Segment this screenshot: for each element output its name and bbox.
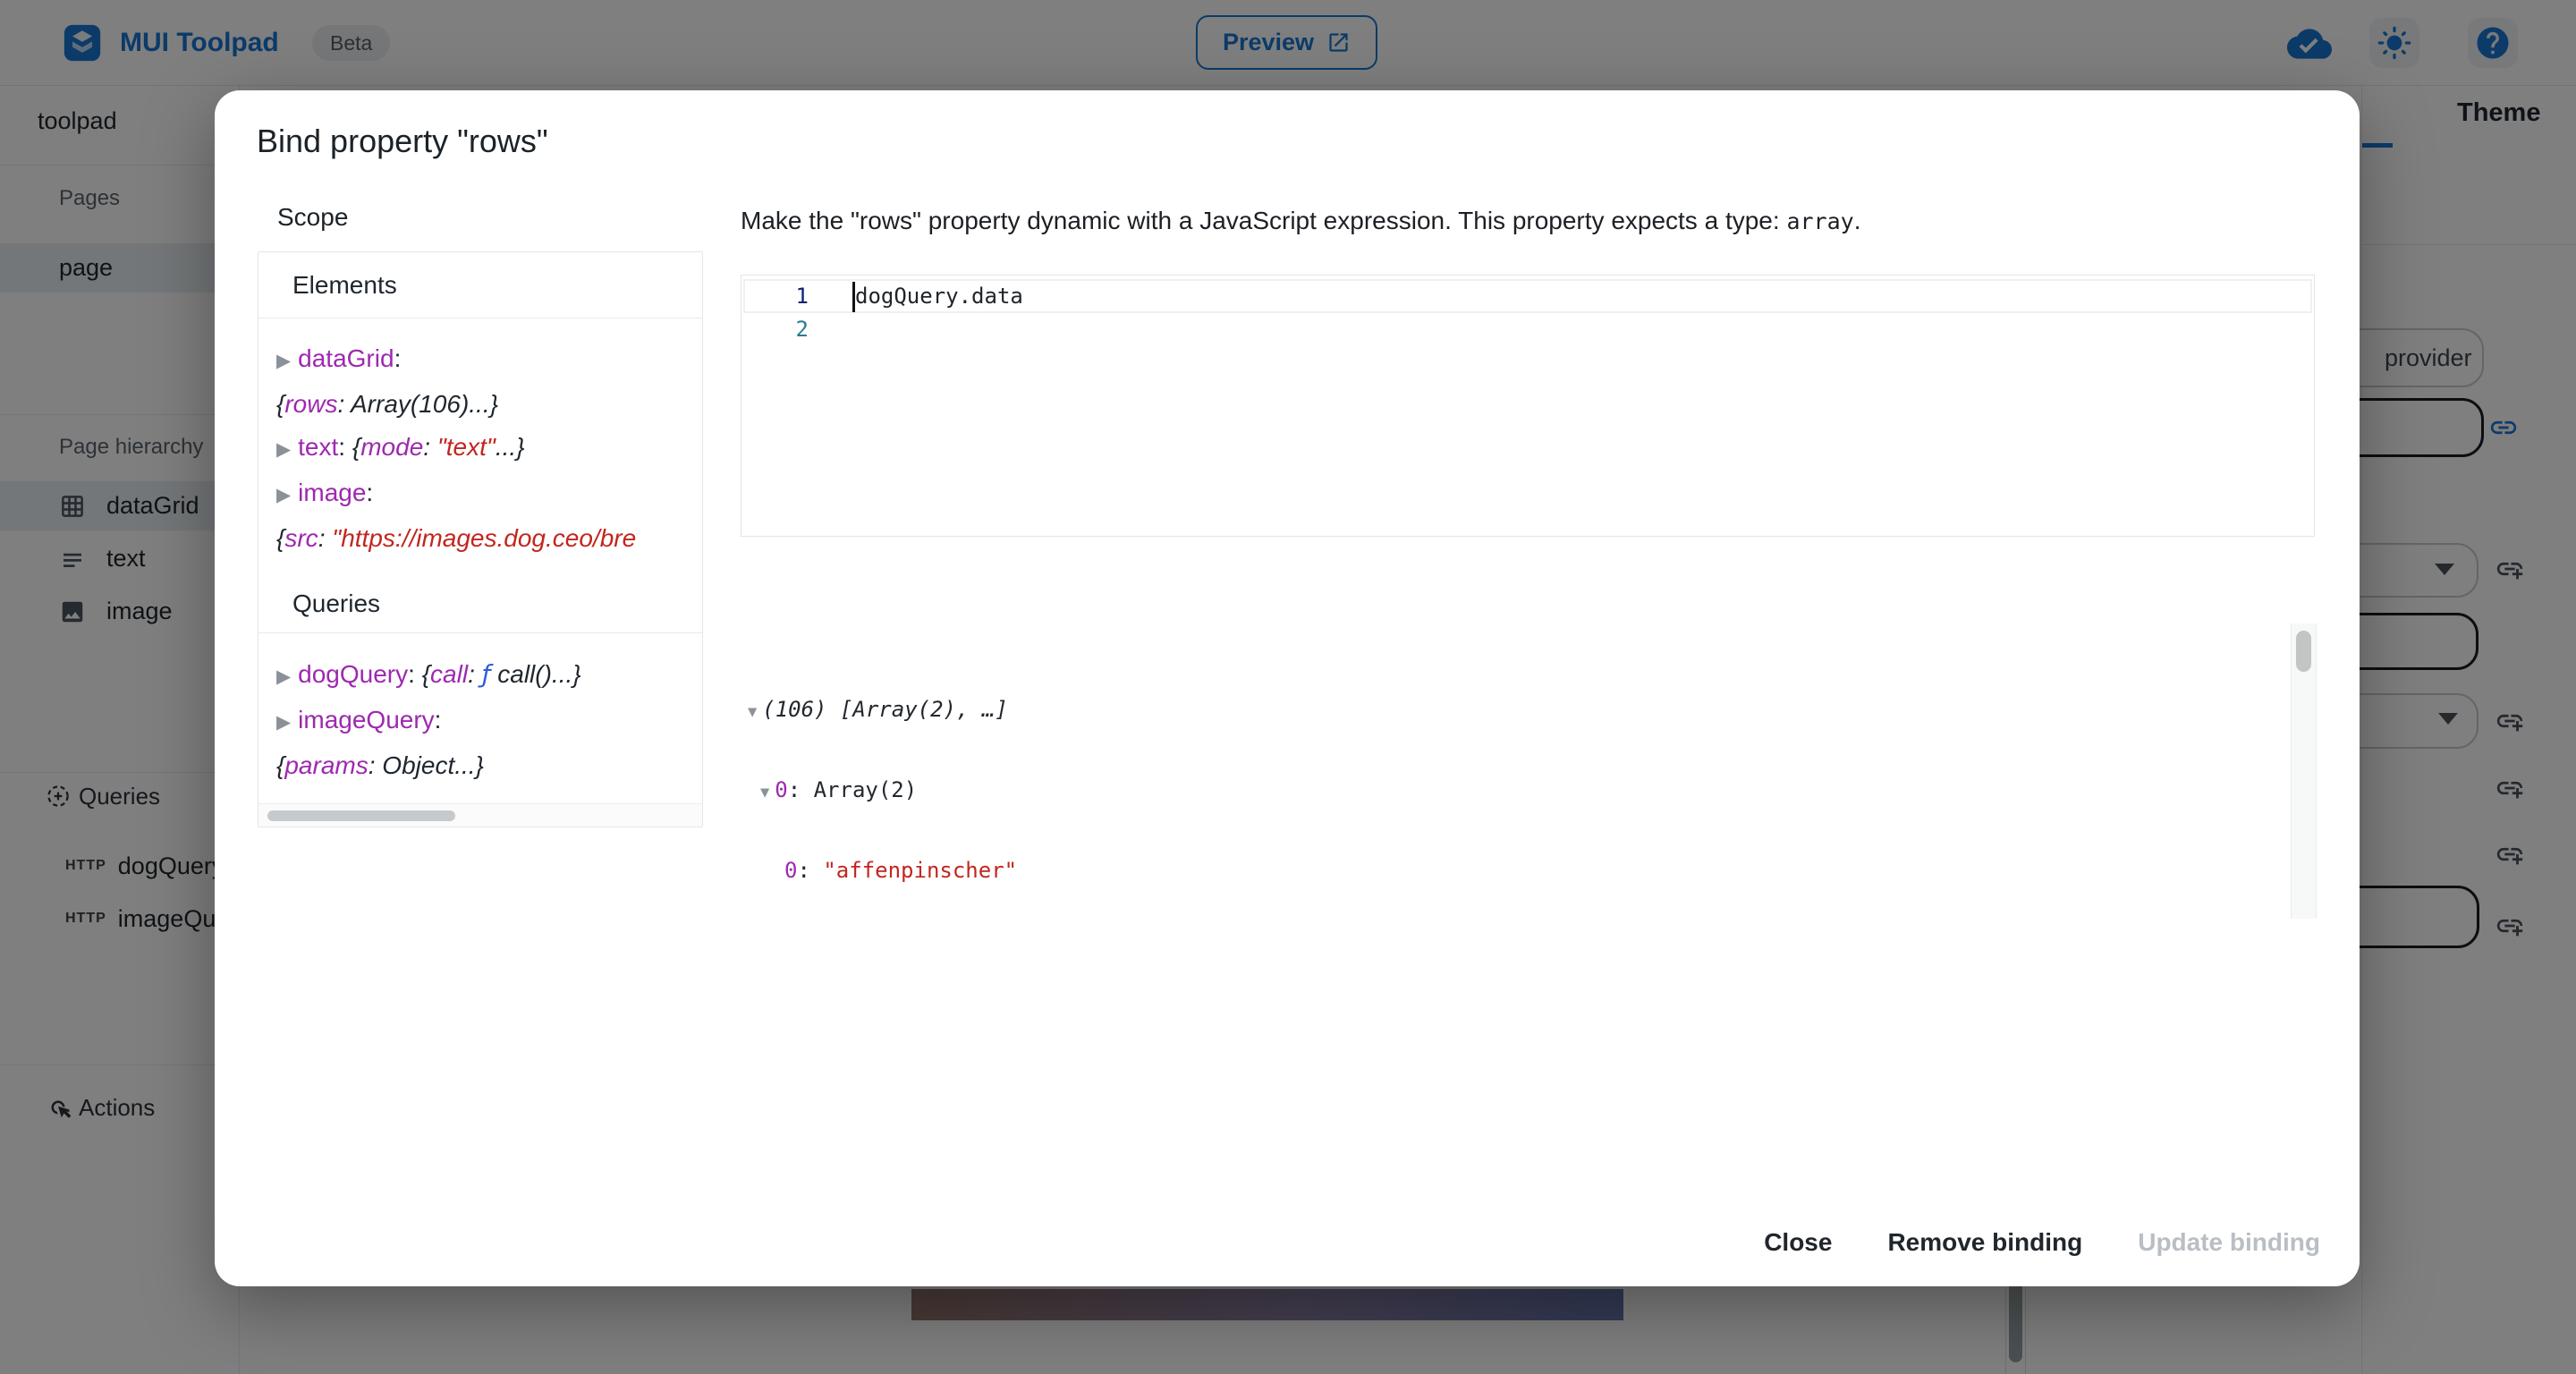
- scope-label: Scope: [277, 203, 348, 232]
- tree-node-image-preview: {src: "https://images.dog.ceo/bre: [276, 517, 693, 560]
- horizontal-scrollbar-track: [258, 803, 702, 827]
- description-text: Make the "rows" property dynamic with a …: [741, 207, 1786, 234]
- description-period: .: [1854, 207, 1861, 234]
- remove-binding-button[interactable]: Remove binding: [1864, 1211, 2106, 1274]
- vertical-scrollbar-thumb[interactable]: [2296, 631, 2311, 672]
- scope-explorer: Elements ▶dataGrid: {rows: Array(106)...…: [258, 251, 703, 827]
- line-number-2: 2: [741, 317, 809, 342]
- tree-node-datagrid-preview: {rows: Array(106)...}: [276, 383, 693, 426]
- line-number-1: 1: [741, 284, 809, 309]
- dialog-actions: Close Remove binding Update binding: [1741, 1211, 2343, 1274]
- app-root: MUI Toolpad Beta Preview toolpad Pages p…: [0, 0, 2576, 1374]
- tree-node-text[interactable]: ▶text: {mode: "text"...}: [276, 426, 693, 471]
- json-tree-line: 0: "affenpinscher": [741, 858, 2290, 884]
- horizontal-scrollbar-thumb[interactable]: [267, 810, 455, 821]
- update-binding-button[interactable]: Update binding: [2114, 1211, 2343, 1274]
- json-tree-line[interactable]: ▼0: Array(2): [741, 777, 2290, 806]
- expression-result-preview: ▼(106) [Array(2), …] ▼0: Array(2) 0: "af…: [741, 623, 2317, 919]
- elements-tree: ▶dataGrid: {rows: Array(106)...} ▶text: …: [258, 337, 693, 560]
- json-tree-line[interactable]: ▼(106) [Array(2), …]: [741, 697, 2290, 725]
- queries-tree: ▶dogQuery: {call: ƒ call()...} ▶imageQue…: [258, 653, 693, 787]
- tree-node-imagequery-preview: {params: Object...}: [276, 744, 693, 787]
- dialog-title: Bind property "rows": [257, 123, 548, 160]
- tree-node-image[interactable]: ▶image:: [276, 471, 693, 517]
- code-line-content: dogQuery.data: [855, 284, 1023, 309]
- tree-node-dogquery[interactable]: ▶dogQuery: {call: ƒ call()...}: [276, 653, 693, 699]
- expression-code-editor[interactable]: 1 2 dogQuery.data: [741, 275, 2315, 537]
- expected-type: array: [1786, 208, 1853, 234]
- tree-node-imagequery[interactable]: ▶imageQuery:: [276, 699, 693, 744]
- tree-node-datagrid[interactable]: ▶dataGrid:: [276, 337, 693, 383]
- close-button[interactable]: Close: [1741, 1211, 1855, 1274]
- elements-header: Elements: [258, 252, 702, 318]
- queries-header: Queries: [258, 573, 702, 633]
- json-tree: ▼(106) [Array(2), …] ▼0: Array(2) 0: "af…: [741, 645, 2290, 919]
- bind-property-dialog: Bind property "rows" Scope Elements ▶dat…: [215, 90, 2360, 1286]
- vertical-scrollbar-track: [2291, 623, 2317, 919]
- dialog-description: Make the "rows" property dynamic with a …: [741, 205, 1860, 238]
